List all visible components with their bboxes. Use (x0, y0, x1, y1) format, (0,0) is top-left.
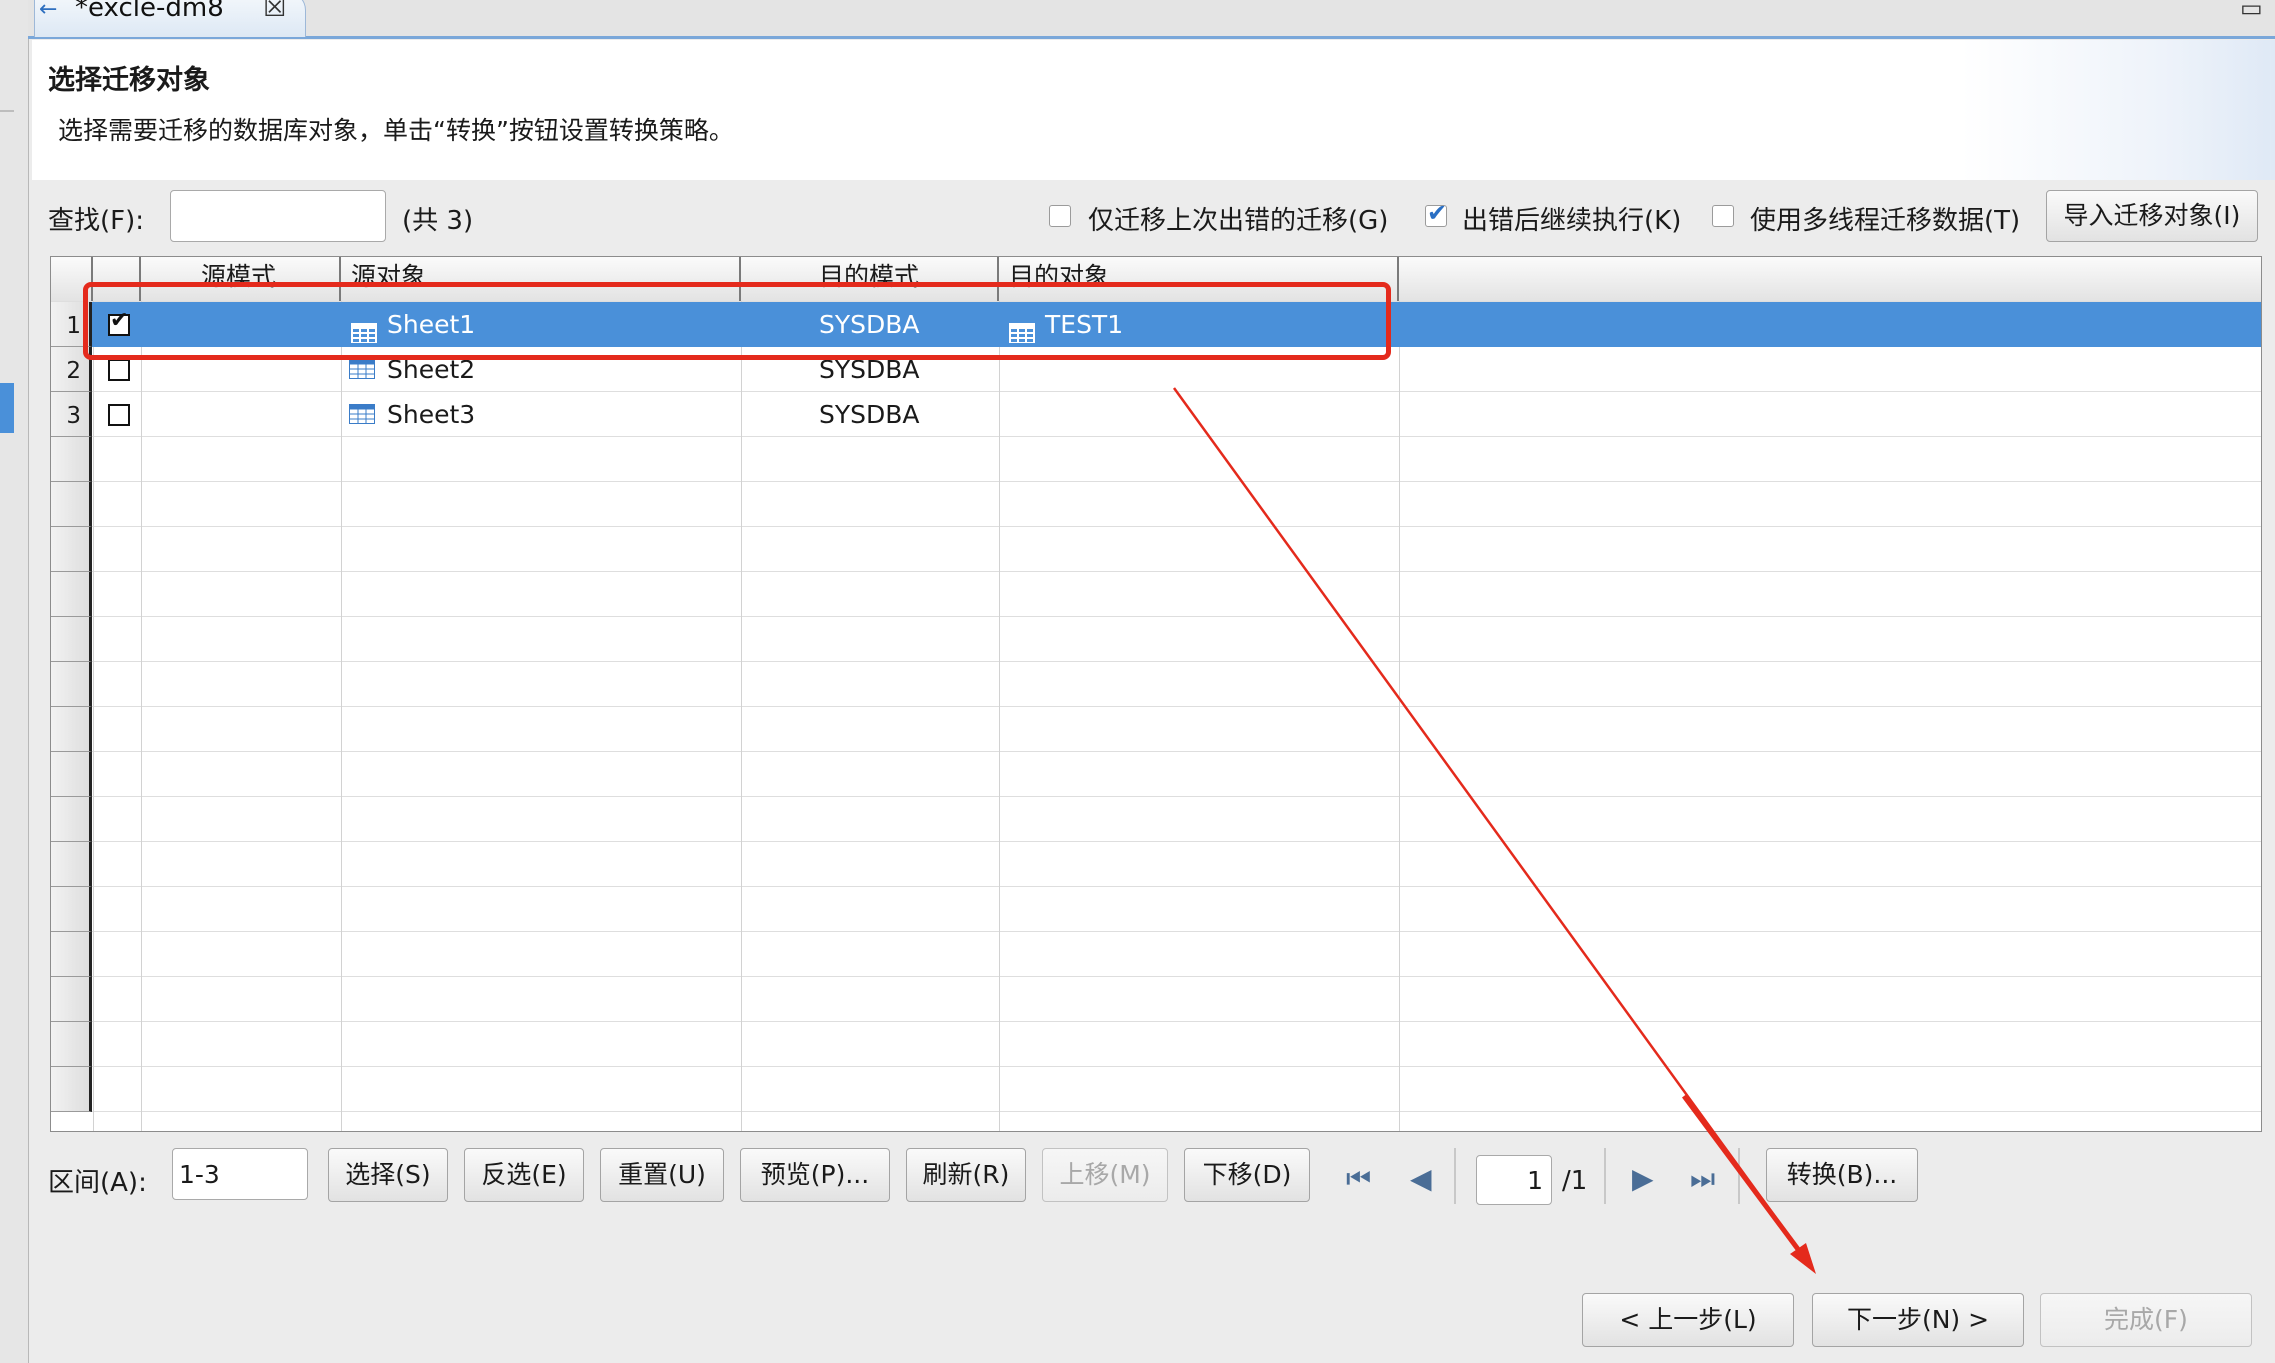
row-number: 3 (51, 392, 92, 437)
tab-close-icon[interactable]: ☒ (263, 0, 286, 23)
empty-row-header (51, 752, 92, 797)
continue-on-error-checkbox[interactable] (1425, 199, 1447, 227)
wizard-header (32, 40, 2275, 180)
object-count: (共 3) (402, 206, 474, 236)
src-object-cell[interactable]: Sheet3 (387, 392, 475, 437)
empty-row-header (51, 887, 92, 932)
empty-row-header (51, 707, 92, 752)
finish-button[interactable]: 完成(F) (2040, 1293, 2252, 1347)
empty-row-header (51, 662, 92, 707)
grid-column-line (741, 301, 742, 1131)
empty-row-header (51, 1067, 92, 1112)
multithread-label: 使用多线程迁移数据(T) (1750, 206, 2021, 236)
grid-row-line (51, 481, 2261, 482)
next-page-icon[interactable]: ▶ (1632, 1162, 1654, 1195)
previous-page-icon[interactable]: ◀ (1410, 1162, 1432, 1195)
table-icon (349, 404, 375, 424)
minimize-icon[interactable]: ▭ (2240, 0, 2263, 22)
left-side-panel (0, 0, 29, 1363)
last-page-icon[interactable]: ⏭ (1690, 1162, 1715, 1196)
grid-column-line (93, 301, 94, 1131)
empty-row-header (51, 437, 92, 482)
grid-row-line (51, 571, 2261, 572)
grid-row-line (51, 436, 2261, 437)
reset-button[interactable]: 重置(U) (600, 1148, 724, 1202)
first-page-icon[interactable]: ⏮ (1346, 1162, 1371, 1196)
pagination-separator (1454, 1148, 1456, 1204)
select-button[interactable]: 选择(S) (328, 1148, 448, 1202)
page-description: 选择需要迁移的数据库对象，单击“转换”按钮设置转换策略。 (58, 116, 734, 145)
grid-row-line (51, 796, 2261, 797)
find-input[interactable] (170, 190, 386, 242)
grid-row-line (51, 841, 2261, 842)
move-down-button[interactable]: 下移(D) (1184, 1148, 1310, 1202)
grid-row-line (51, 976, 2261, 977)
empty-row-header (51, 797, 92, 842)
convert-button[interactable]: 转换(B)... (1766, 1148, 1918, 1202)
row-checkbox[interactable] (108, 359, 130, 381)
import-objects-button[interactable]: 导入迁移对象(I) (2046, 190, 2258, 242)
dst-schema-cell[interactable]: SYSDBA (819, 392, 920, 437)
empty-row-header (51, 1022, 92, 1067)
migration-objects-table: 源模式 源对象 目的模式 目的对象 1 Sheet1 SYSDBA TEST1 … (50, 256, 2262, 1132)
empty-row-header (51, 617, 92, 662)
range-input[interactable]: 1-3 (172, 1148, 308, 1200)
row-checkbox[interactable] (108, 404, 130, 426)
grid-row-line (51, 1021, 2261, 1022)
tab-title: *excle-dm8 (75, 0, 224, 23)
move-up-button[interactable]: 上移(M) (1042, 1148, 1168, 1202)
grid-column-line (1399, 301, 1400, 1131)
left-panel-selection-marker (0, 383, 14, 433)
editor-tab-bar (28, 0, 2275, 39)
left-panel-divider (0, 110, 14, 112)
empty-row-header (51, 527, 92, 572)
empty-row-header (51, 932, 92, 977)
retry-failed-label: 仅迁移上次出错的迁移(G) (1088, 206, 1389, 236)
refresh-button[interactable]: 刷新(R) (906, 1148, 1026, 1202)
back-button[interactable]: < 上一步(L) (1582, 1293, 1794, 1347)
grid-row-line (51, 706, 2261, 707)
empty-row-header (51, 842, 92, 887)
range-label: 区间(A): (48, 1168, 147, 1198)
page-number-input[interactable]: 1 (1476, 1155, 1552, 1205)
back-arrow-icon: ← (39, 0, 58, 22)
grid-column-line (141, 301, 142, 1131)
grid-column-line (341, 301, 342, 1131)
next-button[interactable]: 下一步(N) > (1812, 1293, 2024, 1347)
grid-row-line (51, 931, 2261, 932)
empty-row-header (51, 572, 92, 617)
find-label: 查找(F): (48, 206, 145, 236)
empty-row-header (51, 977, 92, 1022)
preview-button[interactable]: 预览(P)... (740, 1148, 890, 1202)
grid-row-line (51, 1111, 2261, 1112)
page-total: /1 (1562, 1166, 1588, 1196)
continue-on-error-label: 出错后继续执行(K) (1462, 206, 1682, 236)
grid-row-line (51, 886, 2261, 887)
grid-row-line (51, 1066, 2261, 1067)
grid-row-line (51, 751, 2261, 752)
page-title: 选择迁移对象 (48, 65, 210, 96)
grid-row-line (51, 391, 2261, 392)
editor-tab[interactable]: ← *excle-dm8 ☒ (34, 0, 306, 37)
grid-row-line (51, 616, 2261, 617)
pagination-separator (1738, 1148, 1740, 1204)
empty-row-header (51, 482, 92, 527)
grid-column-line (999, 301, 1000, 1131)
pagination-separator (1604, 1148, 1606, 1204)
table-icon (349, 359, 375, 379)
grid-row-line (51, 661, 2261, 662)
retry-failed-checkbox[interactable] (1049, 205, 1071, 227)
multithread-checkbox[interactable] (1712, 205, 1734, 227)
grid-row-line (51, 526, 2261, 527)
invert-selection-button[interactable]: 反选(E) (464, 1148, 584, 1202)
annotation-highlight-box (83, 282, 1391, 360)
